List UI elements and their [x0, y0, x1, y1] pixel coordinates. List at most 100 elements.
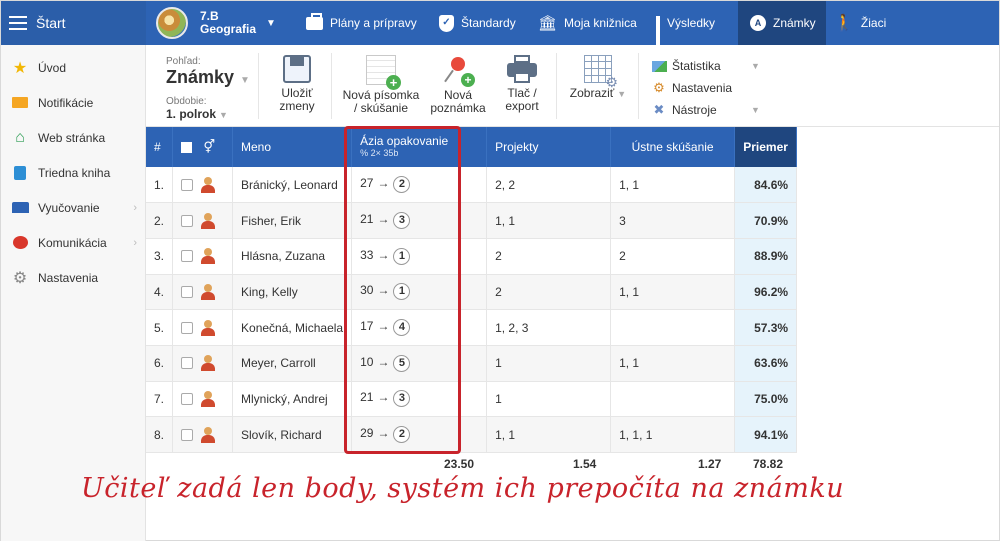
- toolbar: Pohľad: Známky ▼ Obdobie: 1. polrok ▼ Ulož…: [146, 45, 999, 127]
- gender-icon[interactable]: ⚥: [203, 139, 215, 155]
- divider: [258, 53, 259, 119]
- row-checkbox[interactable]: [181, 250, 194, 263]
- nav-grades[interactable]: A Známky: [738, 1, 826, 45]
- oral-grades[interactable]: 3: [610, 202, 736, 239]
- sidebar-item-settings[interactable]: ⚙ Nastavenia: [1, 260, 145, 295]
- caret-down-icon[interactable]: ▼: [751, 55, 760, 77]
- caret-down-icon: ▼: [240, 75, 250, 86]
- student-name[interactable]: King, Kelly: [232, 274, 353, 311]
- hamburger-icon: [9, 16, 27, 30]
- row-checkbox[interactable]: [181, 428, 194, 441]
- new-test-button[interactable]: Nová písomka / skúšanie: [338, 55, 424, 115]
- table-row[interactable]: 6. Meyer, Carroll 10 → 5 1 1, 1 63.6%: [146, 345, 798, 382]
- term-selector[interactable]: 1. polrok ▼: [166, 107, 250, 121]
- row-checkbox[interactable]: [181, 392, 194, 405]
- statistics-icon: [651, 59, 667, 73]
- sidebar-item-class-book[interactable]: Triedna kniha: [1, 155, 145, 190]
- oral-grades[interactable]: 1, 1, 1: [610, 416, 736, 453]
- col-header-oral[interactable]: Ústne skúšanie: [610, 127, 736, 167]
- student-name[interactable]: Konečná, Michaela: [232, 309, 353, 346]
- student-average: 88.9%: [734, 238, 798, 275]
- start-menu-button[interactable]: Štart: [1, 1, 146, 45]
- nav-library[interactable]: 🏛 Moja knižnica: [538, 1, 637, 45]
- projects-grades[interactable]: 1, 2, 3: [486, 309, 612, 346]
- print-export-button[interactable]: Tlač / export: [498, 55, 546, 113]
- col-header-projects[interactable]: Projekty: [486, 127, 612, 167]
- table-row[interactable]: 2. Fisher, Erik 21 → 3 1, 1 3 70.9%: [146, 202, 798, 239]
- row-checkbox[interactable]: [181, 214, 194, 227]
- nav-standards-label: Štandardy: [461, 16, 516, 30]
- oral-grades[interactable]: [610, 309, 736, 346]
- nav-standards[interactable]: ✓ Štandardy: [439, 1, 516, 45]
- row-checkbox[interactable]: [181, 178, 194, 191]
- new-note-label-2: poznámka: [430, 101, 486, 115]
- oral-grades[interactable]: 2: [610, 238, 736, 275]
- sidebar-item-communication[interactable]: Komunikácia ›: [1, 225, 145, 260]
- tools-menu[interactable]: ✖ Nástroje: [651, 99, 732, 121]
- toolbar-menu: Štatistika ⚙ Nastavenia ✖ Nástroje: [651, 55, 732, 121]
- sidebar-item-label: Nastavenia: [38, 270, 99, 285]
- table-row[interactable]: 1. Bránický, Leonard 27 → 2 2, 2 1, 1 84.6%: [146, 167, 798, 204]
- student-name[interactable]: Mlynický, Andrej: [232, 381, 353, 418]
- oral-grades[interactable]: [610, 381, 736, 418]
- table-row[interactable]: 4. King, Kelly 30 → 1 2 1, 1 96.2%: [146, 274, 798, 311]
- select-all-checkbox[interactable]: [181, 141, 193, 153]
- projects-grades[interactable]: 1, 1: [486, 416, 612, 453]
- save-changes-button[interactable]: Uložiť zmeny: [274, 55, 320, 113]
- library-icon: 🏛: [538, 15, 558, 32]
- row-select-cell: [172, 238, 234, 275]
- new-note-button[interactable]: + Nová poznámka: [428, 55, 488, 115]
- student-average: 75.0%: [734, 381, 798, 418]
- medal-icon: A: [750, 15, 766, 31]
- shield-icon: ✓: [439, 14, 454, 32]
- row-number: 5.: [146, 309, 174, 346]
- sidebar-item-notifications[interactable]: Notifikácie: [1, 85, 145, 120]
- sidebar: ★ Úvod Notifikácie ⌂ Web stránka Triedna…: [1, 45, 146, 541]
- oral-grades[interactable]: 1, 1: [610, 167, 736, 204]
- nav-results[interactable]: Výsledky: [656, 1, 715, 49]
- col-header-number: #: [146, 127, 174, 167]
- student-name[interactable]: Meyer, Carroll: [232, 345, 353, 382]
- student-name[interactable]: Bránický, Leonard: [232, 167, 353, 204]
- caret-down-icon[interactable]: ▼: [751, 99, 760, 121]
- show-dropdown-button[interactable]: Zobraziť▼: [564, 55, 632, 101]
- view-selector[interactable]: Pohľad: Známky ▼ Obdobie: 1. polrok ▼: [166, 56, 250, 121]
- oral-grades[interactable]: 1, 1: [610, 345, 736, 382]
- projects-grades[interactable]: 1, 1: [486, 202, 612, 239]
- row-checkbox[interactable]: [181, 321, 194, 334]
- row-checkbox[interactable]: [181, 285, 194, 298]
- projects-grades[interactable]: 1: [486, 345, 612, 382]
- statistics-menu[interactable]: Štatistika: [651, 55, 732, 77]
- row-number: 4.: [146, 274, 174, 311]
- projects-grades[interactable]: 2, 2: [486, 167, 612, 204]
- row-number: 8.: [146, 416, 174, 453]
- oral-grades[interactable]: 1, 1: [610, 274, 736, 311]
- settings-menu[interactable]: ⚙ Nastavenia: [651, 77, 732, 99]
- pushpin-icon: +: [444, 55, 475, 87]
- sidebar-item-teaching[interactable]: Vyučovanie ›: [1, 190, 145, 225]
- projects-grades[interactable]: 1: [486, 381, 612, 418]
- star-icon: ★: [12, 59, 28, 77]
- row-select-cell: [172, 202, 234, 239]
- caret-down-icon: ▼: [617, 89, 627, 99]
- col-header-name[interactable]: Meno: [232, 127, 353, 167]
- nav-plans[interactable]: Plány a prípravy: [306, 1, 417, 45]
- student-name[interactable]: Fisher, Erik: [232, 202, 353, 239]
- sidebar-item-website[interactable]: ⌂ Web stránka: [1, 120, 145, 155]
- projects-grades[interactable]: 2: [486, 274, 612, 311]
- table-row[interactable]: 7. Mlynický, Andrej 21 → 3 1 75.0%: [146, 381, 798, 418]
- table-row[interactable]: 8. Slovík, Richard 29 → 2 1, 1 1, 1, 1 94.1%: [146, 416, 798, 453]
- row-select-cell: [172, 167, 234, 204]
- projects-grades[interactable]: 2: [486, 238, 612, 275]
- table-row[interactable]: 5. Konečná, Michaela 17 → 4 1, 2, 3 57.3%: [146, 309, 798, 346]
- sidebar-item-intro[interactable]: ★ Úvod: [1, 50, 145, 85]
- class-selector[interactable]: 7.B Geografia ▼: [156, 1, 276, 45]
- sidebar-item-label: Úvod: [38, 60, 67, 75]
- nav-students[interactable]: 🚶 Žiaci: [834, 1, 886, 45]
- student-name[interactable]: Hlásna, Zuzana: [232, 238, 353, 275]
- student-average: 94.1%: [734, 416, 798, 453]
- student-name[interactable]: Slovík, Richard: [232, 416, 353, 453]
- row-checkbox[interactable]: [181, 357, 194, 370]
- projects-column-average: 1.54: [573, 457, 597, 471]
- table-row[interactable]: 3. Hlásna, Zuzana 33 → 1 2 2 88.9%: [146, 238, 798, 275]
